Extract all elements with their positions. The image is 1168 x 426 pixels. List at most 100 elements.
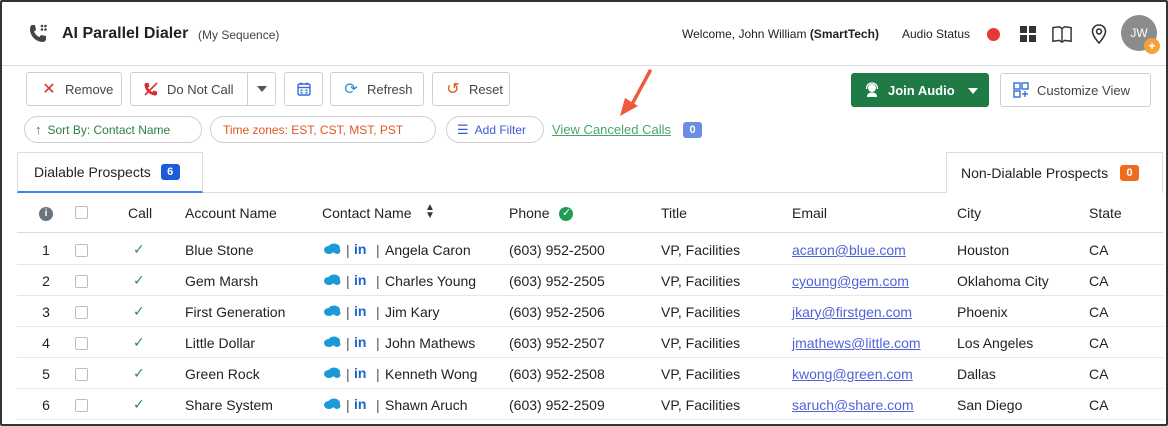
row-checkbox[interactable] (75, 337, 88, 350)
account-name: Little Dollar (185, 335, 256, 351)
app-title: AI Parallel Dialer (62, 25, 189, 42)
row-checkbox[interactable] (75, 368, 88, 381)
linkedin-icon[interactable]: in (354, 365, 370, 381)
add-filter-pill[interactable]: ☰ Add Filter (446, 116, 544, 143)
phone-number[interactable]: (603) 952-2508 (509, 366, 605, 382)
book-icon[interactable] (1052, 24, 1072, 44)
separator: | (346, 273, 350, 289)
tab-non-dialable-prospects[interactable]: Non-Dialable Prospects 0 (946, 152, 1163, 193)
canceled-count-badge: 0 (683, 122, 702, 138)
row-number: 5 (42, 366, 50, 382)
salesforce-icon[interactable] (323, 336, 341, 348)
column-call: Call (128, 205, 153, 221)
contact-name[interactable]: John Mathews (385, 335, 475, 351)
column-city[interactable]: City (957, 205, 981, 221)
join-audio-button[interactable]: Join Audio (851, 73, 989, 107)
timezones-pill[interactable]: Time zones: EST, CST, MST, PST (210, 116, 436, 143)
row-divider (17, 419, 1163, 420)
city: Los Angeles (957, 335, 1034, 351)
sort-by-pill[interactable]: ↑ Sort By: Contact Name (24, 116, 202, 143)
refresh-button[interactable]: ⟳ Refresh (330, 72, 424, 106)
remove-button[interactable]: ✕ Remove (26, 72, 122, 106)
email-link[interactable]: jkary@firstgen.com (792, 304, 912, 320)
info-icon[interactable]: i (39, 207, 53, 221)
row-divider (17, 264, 1163, 265)
email-link[interactable]: cyoung@gem.com (792, 273, 909, 289)
row-number: 3 (42, 304, 50, 320)
avatar-plus-badge[interactable]: + (1144, 38, 1160, 54)
phone-number[interactable]: (603) 952-2509 (509, 397, 605, 413)
city: San Diego (957, 397, 1023, 413)
column-state[interactable]: State (1089, 205, 1122, 221)
state: CA (1089, 397, 1109, 413)
chevron-down-icon[interactable] (968, 88, 978, 94)
arrow-up-icon: ↑ (35, 122, 42, 137)
refresh-label: Refresh (367, 81, 413, 97)
contact-name[interactable]: Angela Caron (385, 242, 471, 258)
separator: | (376, 242, 380, 258)
welcome-user: Welcome, John William (682, 27, 810, 41)
contact-name[interactable]: Jim Kary (385, 304, 439, 320)
salesforce-icon[interactable] (323, 305, 341, 317)
row-checkbox[interactable] (75, 306, 88, 319)
phone-number[interactable]: (603) 952-2505 (509, 273, 605, 289)
contact-name[interactable]: Kenneth Wong (385, 366, 477, 382)
linkedin-icon[interactable]: in (354, 272, 370, 288)
row-number: 2 (42, 273, 50, 289)
filter-icon: ☰ (457, 121, 469, 137)
refresh-icon: ⟳ (344, 81, 358, 98)
salesforce-icon[interactable] (323, 243, 341, 255)
column-account-name[interactable]: Account Name (185, 205, 277, 221)
tab-dialable-label: Dialable Prospects (34, 164, 151, 180)
customize-view-button[interactable]: Customize View (1000, 73, 1151, 107)
sort-icon[interactable]: ▲ ▼ (425, 203, 435, 221)
account-name: First Generation (185, 304, 286, 320)
grid-icon[interactable] (1018, 24, 1038, 44)
column-title[interactable]: Title (661, 205, 687, 221)
close-icon: ✕ (42, 81, 56, 98)
salesforce-icon[interactable] (323, 274, 341, 286)
do-not-call-button[interactable]: Do Not Call (130, 72, 248, 106)
phone-number[interactable]: (603) 952-2506 (509, 304, 605, 320)
header-divider (17, 232, 1163, 233)
select-all-checkbox[interactable] (75, 206, 88, 219)
welcome-org: (SmartTech) (809, 27, 879, 41)
contact-title: VP, Facilities (661, 273, 741, 289)
salesforce-icon[interactable] (323, 367, 341, 379)
row-checkbox[interactable] (75, 399, 88, 412)
column-email[interactable]: Email (792, 205, 827, 221)
salesforce-icon[interactable] (323, 398, 341, 410)
email-link[interactable]: jmathews@little.com (792, 335, 921, 351)
do-not-call-dropdown[interactable] (247, 72, 276, 106)
contact-name[interactable]: Charles Young (385, 273, 476, 289)
phone-number[interactable]: (603) 952-2507 (509, 335, 605, 351)
phone-dialer-icon (30, 24, 47, 42)
account-name: Green Rock (185, 366, 260, 382)
contact-title: VP, Facilities (661, 366, 741, 382)
row-checkbox[interactable] (75, 275, 88, 288)
column-contact-name[interactable]: Contact Name (322, 205, 411, 221)
linkedin-icon[interactable]: in (354, 303, 370, 319)
linkedin-icon[interactable]: in (354, 396, 370, 412)
row-checkbox[interactable] (75, 244, 88, 257)
linkedin-icon[interactable]: in (354, 241, 370, 257)
phone-blocked-icon (143, 81, 159, 97)
phone-number[interactable]: (603) 952-2500 (509, 242, 605, 258)
separator: | (376, 366, 380, 382)
contact-name[interactable]: Shawn Aruch (385, 397, 468, 413)
tab-non-dialable-label: Non-Dialable Prospects (961, 165, 1109, 181)
linkedin-icon[interactable]: in (354, 334, 370, 350)
view-canceled-calls-link[interactable]: View Canceled Calls (552, 122, 671, 137)
city: Phoenix (957, 304, 1008, 320)
check-icon: ✓ (133, 365, 145, 381)
separator: | (376, 273, 380, 289)
email-link[interactable]: saruch@share.com (792, 397, 914, 413)
tab-dialable-prospects[interactable]: Dialable Prospects 6 (17, 152, 203, 193)
email-link[interactable]: acaron@blue.com (792, 242, 906, 258)
column-phone[interactable]: Phone (509, 205, 549, 221)
calendar-button[interactable] (284, 72, 323, 106)
reset-button[interactable]: ↺ Reset (432, 72, 510, 106)
state: CA (1089, 273, 1109, 289)
location-pin-icon[interactable] (1089, 24, 1109, 44)
email-link[interactable]: kwong@green.com (792, 366, 913, 382)
